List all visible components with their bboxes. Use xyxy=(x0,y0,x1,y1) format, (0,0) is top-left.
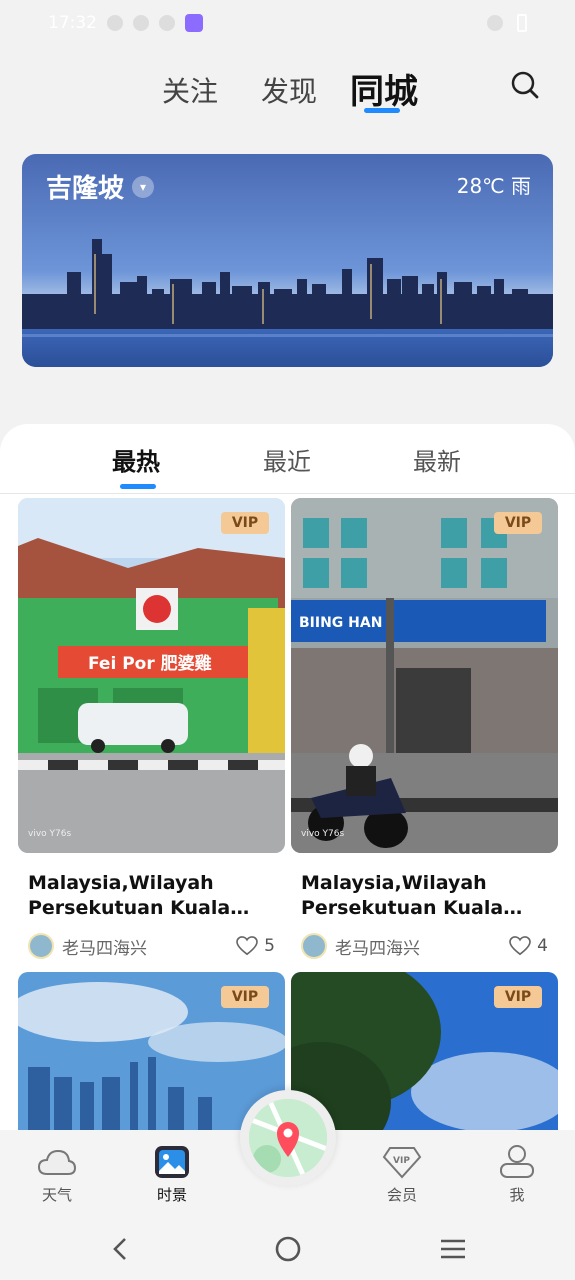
weather-summary: 28℃ 雨 xyxy=(456,174,531,198)
nav-weather-label: 天气 xyxy=(41,1186,72,1204)
sort-tab-indicator xyxy=(120,484,156,489)
city-name: 吉隆坡 xyxy=(46,174,125,204)
weather-icon xyxy=(159,15,175,31)
tab-discover[interactable]: 发现 xyxy=(261,70,317,110)
sort-tab-bar: 最热 最近 最新 xyxy=(0,424,575,494)
shop-sign-text: Fei Por 肥婆雞 xyxy=(88,653,212,674)
nav-scenes-label: 时景 xyxy=(156,1186,187,1204)
city-banner[interactable]: 吉隆坡 ▾ 28℃ 雨 xyxy=(22,154,553,367)
nav-weather[interactable]: 天气 xyxy=(22,1144,92,1205)
status-bar: 17:32 xyxy=(0,0,575,46)
app-notification-icon xyxy=(185,14,203,32)
post-title[interactable]: Malaysia,Wilayah Persekutuan Kuala Lum… xyxy=(301,871,548,921)
tab-nearby[interactable]: 最近 xyxy=(263,442,311,477)
nav-vip[interactable]: VIP 会员 xyxy=(367,1144,437,1205)
cloud-icon xyxy=(37,1144,77,1180)
recent-apps-icon[interactable] xyxy=(438,1234,468,1264)
home-icon[interactable] xyxy=(273,1234,303,1264)
map-location-button[interactable] xyxy=(240,1090,336,1186)
tab-follow[interactable]: 关注 xyxy=(162,70,218,110)
post-card[interactable]: Fei Por 肥婆雞 vivo Y76s VIP Malaysia,Wilay… xyxy=(18,498,285,961)
like-count: 4 xyxy=(537,936,548,956)
notification-icon xyxy=(107,15,123,31)
post-photo[interactable]: BIING HAN vivo Y76s VIP xyxy=(291,498,558,853)
shield-icon xyxy=(133,15,149,31)
post-meta: 老马四海兴 5 xyxy=(28,931,275,961)
map-icon xyxy=(249,1099,327,1177)
heart-icon xyxy=(509,936,531,956)
like-count: 5 xyxy=(264,936,275,956)
avatar[interactable] xyxy=(28,933,54,959)
post-card[interactable]: BIING HAN vivo Y76s VIP Malaysia,Wilayah… xyxy=(291,498,558,961)
city-selector[interactable]: 吉隆坡 ▾ xyxy=(46,168,155,205)
tab-hottest[interactable]: 最热 xyxy=(112,442,160,477)
status-time: 17:32 xyxy=(48,13,97,33)
user-icon xyxy=(497,1144,537,1180)
tab-local[interactable]: 同城 xyxy=(350,64,418,113)
svg-text:VIP: VIP xyxy=(393,1156,410,1166)
vip-badge: VIP xyxy=(494,512,542,534)
tab-indicator xyxy=(364,108,400,113)
tab-newest[interactable]: 最新 xyxy=(413,442,461,477)
image-icon xyxy=(152,1144,192,1180)
bank-sign-text: BIING HAN xyxy=(299,615,382,631)
system-nav-bar xyxy=(0,1220,575,1280)
nav-me[interactable]: 我 xyxy=(482,1144,552,1205)
post-photo[interactable]: Fei Por 肥婆雞 vivo Y76s VIP xyxy=(18,498,285,853)
back-icon[interactable] xyxy=(106,1234,136,1264)
vip-badge: VIP xyxy=(221,512,269,534)
post-meta: 老马四海兴 4 xyxy=(301,931,548,961)
wifi-icon xyxy=(487,15,503,31)
avatar[interactable] xyxy=(301,933,327,959)
photo-watermark: vivo Y76s xyxy=(301,829,344,839)
vip-diamond-icon: VIP xyxy=(382,1144,422,1180)
post-author[interactable]: 老马四海兴 xyxy=(62,934,147,959)
chevron-down-icon: ▾ xyxy=(132,175,155,198)
nav-me-label: 我 xyxy=(509,1186,525,1204)
nav-scenes[interactable]: 时景 xyxy=(137,1144,207,1205)
nav-vip-label: 会员 xyxy=(386,1186,417,1204)
post-title[interactable]: Malaysia,Wilayah Persekutuan Kuala Lum… xyxy=(28,871,275,921)
post-author[interactable]: 老马四海兴 xyxy=(335,934,420,959)
battery-icon xyxy=(517,14,527,32)
vip-badge: VIP xyxy=(221,986,269,1008)
heart-icon xyxy=(236,936,258,956)
vip-badge: VIP xyxy=(494,986,542,1008)
top-tab-bar: 关注 发现 同城 xyxy=(0,60,575,120)
like-button[interactable]: 4 xyxy=(509,936,548,956)
search-icon[interactable] xyxy=(510,70,540,100)
photo-watermark: vivo Y76s xyxy=(28,829,71,839)
like-button[interactable]: 5 xyxy=(236,936,275,956)
